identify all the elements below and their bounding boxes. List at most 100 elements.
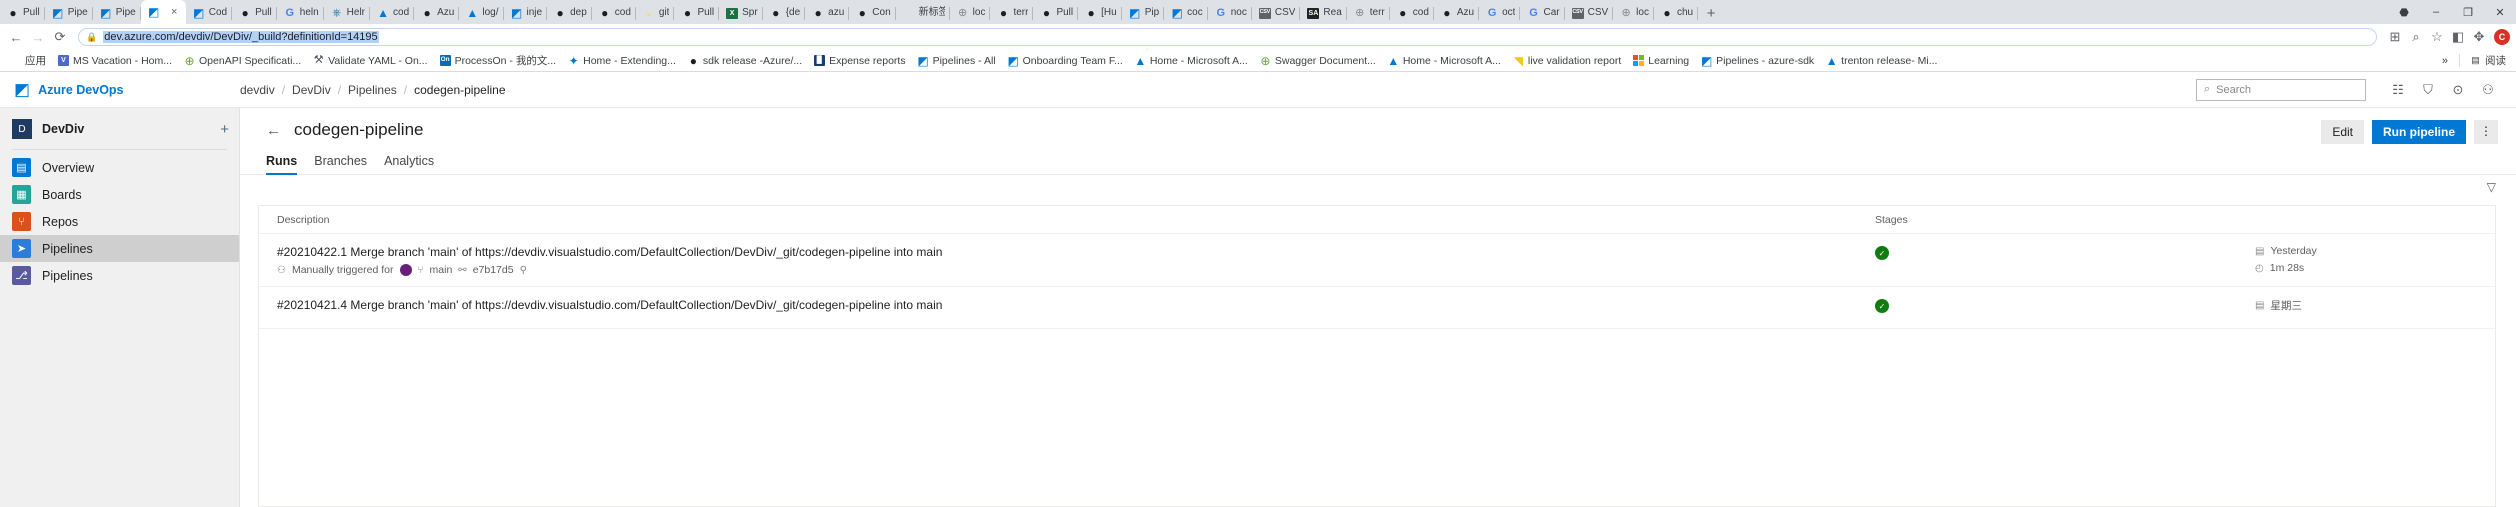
browser-tab[interactable]: ● Azu — [414, 2, 460, 24]
browser-tab[interactable]: ▲ log/ — [459, 2, 504, 24]
browser-tab[interactable]: ⊕ loc — [950, 2, 991, 24]
browser-tab[interactable]: ⊕ loc — [1613, 2, 1654, 24]
browser-tab[interactable]: Goct — [1479, 2, 1521, 24]
browser-tab[interactable]: ● chu — [1654, 2, 1699, 24]
run-title[interactable]: #20210421.4 Merge branch 'main' of https… — [277, 298, 1875, 312]
browser-tab[interactable]: SA Rea — [1300, 2, 1347, 24]
breadcrumb-pipelines[interactable]: Pipelines — [348, 83, 397, 97]
browser-tab[interactable]: ● cod — [592, 2, 636, 24]
browser-tab[interactable]: ● Pull — [232, 2, 277, 24]
bookmark-item[interactable]: ◥ live validation report — [1507, 53, 1627, 69]
browser-tab[interactable]: ● Pull — [0, 2, 45, 24]
column-header-stages[interactable]: Stages — [1875, 214, 2255, 226]
status-badge[interactable]: ✓ — [1875, 246, 1889, 260]
bookmark-item[interactable]: On ProcessOn - 我的文... — [434, 51, 563, 70]
back-arrow-icon[interactable]: ← — [266, 122, 281, 139]
browser-tab[interactable]: CSV CSV — [1252, 2, 1301, 24]
browser-tab[interactable]: 新标签页 — [896, 2, 950, 24]
breadcrumb-current[interactable]: codegen-pipeline — [414, 83, 505, 97]
marketplace-bag-icon[interactable]: ⛉ — [2414, 76, 2442, 104]
browser-tab[interactable]: ● Pull — [1033, 2, 1078, 24]
extensions-puzzle-icon[interactable]: ✥ — [2469, 27, 2489, 47]
bookmark-item[interactable]: ▉ Expense reports — [808, 53, 911, 69]
sidebar-item-overview[interactable]: ▤ Overview — [0, 154, 239, 181]
split-screen-icon[interactable]: ⊞ — [2385, 27, 2405, 47]
status-badge[interactable]: ✓ — [1875, 299, 1889, 313]
breadcrumb-project[interactable]: DevDiv — [292, 83, 331, 97]
run-branch[interactable]: main — [430, 264, 453, 276]
browser-tab[interactable]: ● dep — [547, 2, 592, 24]
browser-tab[interactable]: ◩ Pipe — [93, 2, 141, 24]
add-icon[interactable]: + — [220, 121, 229, 138]
browser-tab[interactable]: Gheln — [277, 2, 324, 24]
browser-tab[interactable]: ● {de — [763, 2, 806, 24]
run-pipeline-button[interactable]: Run pipeline — [2372, 120, 2466, 144]
browser-tab[interactable]: ● Azu — [1434, 2, 1480, 24]
minimize-button[interactable]: – — [2420, 0, 2452, 24]
more-options-button[interactable]: ⋮ — [2474, 120, 2498, 144]
close-window-button[interactable]: ✕ — [2484, 0, 2516, 24]
browser-tab[interactable]: ◩ Pip — [1122, 2, 1165, 24]
bookmark-item[interactable]: Learning — [1627, 53, 1695, 69]
sidebar-item-repos[interactable]: ⑂ Repos — [0, 208, 239, 235]
browser-tab[interactable]: Gnoc — [1208, 2, 1252, 24]
tab-branches[interactable]: Branches — [314, 154, 367, 174]
browser-tab[interactable]: ᵥ git — [636, 2, 675, 24]
pin-icon[interactable]: ⚲ — [520, 265, 527, 276]
address-bar-url[interactable]: dev.azure.com/devdiv/DevDiv/_build?defin… — [103, 31, 379, 43]
browser-tab[interactable]: ◩ Cod — [186, 2, 233, 24]
browser-tab[interactable]: ◩ Pipe — [45, 2, 93, 24]
browser-tab[interactable]: G Car — [1520, 2, 1565, 24]
browser-tab[interactable]: CSV CSV — [1565, 2, 1614, 24]
profile-icon[interactable]: ⬣ — [2388, 0, 2420, 24]
bookmark-item[interactable]: ● sdk release -Azure/... — [682, 53, 808, 69]
run-commit[interactable]: e7b17d5 — [473, 264, 514, 276]
browser-tab[interactable]: ● cod — [1390, 2, 1434, 24]
bookmark-item[interactable]: ◩ Pipelines - azure-sdk — [1695, 53, 1820, 69]
bookmark-item[interactable]: ▲ Home - Microsoft A... — [1129, 53, 1254, 69]
bookmark-star-icon[interactable]: ☆ — [2427, 27, 2447, 47]
sidebar-item-pipelines-sub[interactable]: ⎇ Pipelines — [0, 262, 239, 289]
bookmark-item[interactable]: ▲ Home - Microsoft A... — [1382, 53, 1507, 69]
bookmark-item[interactable]: ⊕ Swagger Document... — [1254, 53, 1382, 69]
filter-icon[interactable]: ▽ — [2487, 180, 2496, 197]
close-icon[interactable]: × — [168, 6, 181, 19]
bookmark-item[interactable]: ⚒ Validate YAML - On... — [307, 53, 433, 69]
bookmark-item[interactable]: ▲ trenton release- Mi... — [1820, 53, 1943, 69]
browser-tab[interactable]: ▲ cod — [370, 2, 415, 24]
sidebar-item-boards[interactable]: ▦ Boards — [0, 181, 239, 208]
browser-tab[interactable]: ● Pull — [674, 2, 719, 24]
browser-tab[interactable]: ◩ × — [140, 0, 186, 24]
browser-tab[interactable]: ● azu — [805, 2, 850, 24]
browser-tab[interactable]: X Spr — [719, 2, 763, 24]
search-icon[interactable]: ⌕ — [2406, 27, 2426, 47]
table-row[interactable]: #20210422.1 Merge branch 'main' of https… — [259, 234, 2495, 287]
browser-tab[interactable]: ● terr — [990, 2, 1034, 24]
browser-tab[interactable]: ⊕ terr — [1347, 2, 1390, 24]
table-row[interactable]: #20210421.4 Merge branch 'main' of https… — [259, 287, 2495, 329]
search-input[interactable]: ⌕ Search — [2196, 78, 2366, 101]
tab-analytics[interactable]: Analytics — [384, 154, 434, 174]
sidebar-item-pipelines[interactable]: ➤ Pipelines — [0, 235, 239, 262]
help-icon[interactable]: ⊙ — [2444, 76, 2472, 104]
bookmark-item[interactable]: V MS Vacation - Hom... — [52, 53, 178, 69]
avatar[interactable]: C — [2494, 29, 2510, 45]
bookmark-item[interactable]: 应用 — [4, 51, 52, 70]
tab-runs[interactable]: Runs — [266, 154, 298, 175]
new-tab-button[interactable]: + — [1698, 2, 1724, 24]
reload-icon[interactable]: ⟳ — [50, 27, 70, 47]
browser-tab[interactable]: ◩ coc — [1164, 2, 1208, 24]
browser-tab[interactable]: ● [Hu — [1078, 2, 1122, 24]
bookmarks-overflow-button[interactable]: » — [2435, 53, 2455, 69]
edit-button[interactable]: Edit — [2321, 120, 2364, 144]
bookmark-item[interactable]: ⊕ OpenAPI Specificati... — [178, 53, 307, 69]
bookmark-item[interactable]: ✦ Home - Extending... — [562, 53, 682, 69]
browser-tab[interactable]: ⎈ Helr — [324, 2, 371, 24]
address-bar[interactable]: 🔒 dev.azure.com/devdiv/DevDiv/_build?def… — [78, 28, 2377, 46]
run-title[interactable]: #20210422.1 Merge branch 'main' of https… — [277, 245, 1875, 259]
office-icon[interactable]: ◧ — [2448, 27, 2468, 47]
avatar[interactable] — [399, 264, 412, 276]
bookmark-item[interactable]: ◩ Pipelines - All — [912, 53, 1002, 69]
browser-tab[interactable]: ● Con — [849, 2, 896, 24]
forward-arrow-icon[interactable]: → — [28, 27, 48, 47]
